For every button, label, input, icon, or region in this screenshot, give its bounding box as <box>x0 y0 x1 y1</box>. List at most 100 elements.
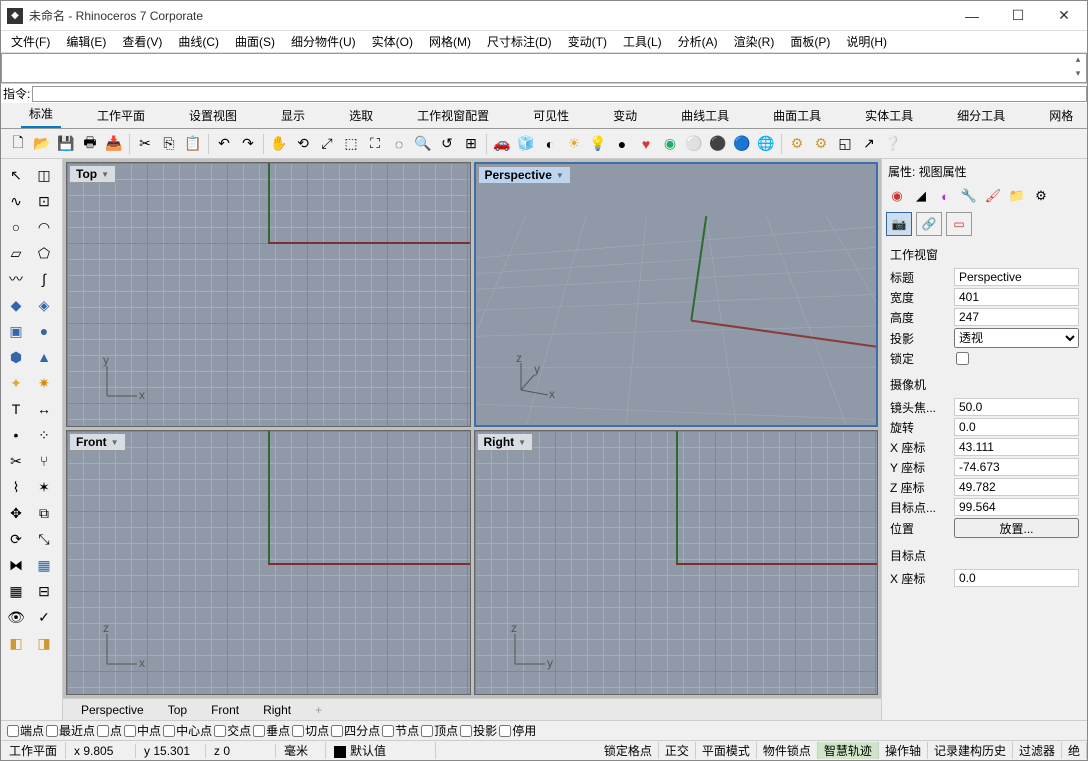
prop-cam-z[interactable]: 49.782 <box>954 478 1079 496</box>
vptab-front[interactable]: Front <box>205 701 245 719</box>
environment-icon[interactable]: ⚫ <box>707 133 729 155</box>
curve-icon[interactable]: 〰 <box>3 267 29 291</box>
rotate-view-icon[interactable]: ⟲ <box>292 133 314 155</box>
menu-subd[interactable]: 细分物件(U) <box>287 31 360 52</box>
scale-icon[interactable]: ⤡ <box>31 527 57 551</box>
pane-extra[interactable]: 绝 <box>1062 742 1087 759</box>
menu-edit[interactable]: 编辑(E) <box>62 31 110 52</box>
osnap-int[interactable]: 交点 <box>214 722 251 739</box>
place-camera-button[interactable]: 放置... <box>954 518 1079 538</box>
osnap-mid[interactable]: 中点 <box>124 722 161 739</box>
layers-icon[interactable]: ◱ <box>834 133 856 155</box>
osnap-disable[interactable]: 停用 <box>499 722 536 739</box>
notes-tab-icon[interactable]: ⚙ <box>1030 186 1052 206</box>
options-icon[interactable]: ⚙ <box>786 133 808 155</box>
menu-dimension[interactable]: 尺寸标注(D) <box>483 31 556 52</box>
chevron-down-icon[interactable]: ▼ <box>111 438 119 447</box>
tab-transform[interactable]: 变动 <box>605 103 645 128</box>
undo-icon[interactable]: ↶ <box>213 133 235 155</box>
menu-render[interactable]: 渲染(R) <box>730 31 779 52</box>
menu-file[interactable]: 文件(F) <box>7 31 54 52</box>
mirror-icon[interactable]: ⧓ <box>3 553 29 577</box>
sphere-icon[interactable]: ● <box>31 319 57 343</box>
copy-icon[interactable]: ⎘ <box>158 133 180 155</box>
surface-icon[interactable]: ◆ <box>3 293 29 317</box>
copy-obj-icon[interactable]: ⧉ <box>31 501 57 525</box>
loft-icon[interactable]: ◈ <box>31 293 57 317</box>
prop-target-dist[interactable]: 99.564 <box>954 498 1079 516</box>
tab-standard[interactable]: 标准 <box>21 101 61 128</box>
move-obj-icon[interactable]: ✥ <box>3 501 29 525</box>
prop-height[interactable]: 247 <box>954 308 1079 326</box>
material-props-icon[interactable]: ▭ <box>946 212 972 236</box>
paste-icon[interactable]: 📋 <box>182 133 204 155</box>
menu-view[interactable]: 查看(V) <box>118 31 166 52</box>
osnap-point[interactable]: 点 <box>97 722 122 739</box>
chevron-down-icon[interactable]: ▼ <box>518 438 526 447</box>
tab-solid-tools[interactable]: 实体工具 <box>857 103 921 128</box>
tab-subd-tools[interactable]: 细分工具 <box>949 103 1013 128</box>
render-preview-icon[interactable]: ◉ <box>659 133 681 155</box>
prop-rotation[interactable]: 0.0 <box>954 418 1079 436</box>
pane-record-history[interactable]: 记录建构历史 <box>928 742 1013 759</box>
display-tab-icon[interactable]: ◐ <box>934 186 956 206</box>
menu-panel[interactable]: 面板(P) <box>786 31 834 52</box>
menu-help[interactable]: 说明(H) <box>842 31 891 52</box>
print-icon[interactable]: 🖶 <box>79 133 101 155</box>
tab-select[interactable]: 选取 <box>341 103 381 128</box>
command-input[interactable] <box>32 86 1087 102</box>
pan-icon[interactable]: ✋ <box>268 133 290 155</box>
properties-icon[interactable]: ⚙ <box>810 133 832 155</box>
redo-view-icon[interactable]: ↺ <box>436 133 458 155</box>
texture-icon[interactable]: 🔵 <box>731 133 753 155</box>
viewport-label[interactable]: Front▼ <box>69 433 126 451</box>
vptab-top[interactable]: Top <box>162 701 193 719</box>
libraries-tab-icon[interactable]: 📁 <box>1006 186 1028 206</box>
light-icon[interactable]: 💡 <box>587 133 609 155</box>
cut-icon[interactable]: ✂ <box>134 133 156 155</box>
viewport-right[interactable]: Right▼ y z <box>474 430 879 695</box>
prop-cam-x[interactable]: 43.111 <box>954 438 1079 456</box>
tab-mesh-tools[interactable]: 网格 <box>1041 103 1081 128</box>
material-icon[interactable]: ⚪ <box>683 133 705 155</box>
box-icon[interactable]: ▣ <box>3 319 29 343</box>
pointer-icon[interactable]: ↖ <box>3 163 29 187</box>
status-cplane[interactable]: 工作平面 <box>1 742 66 759</box>
join-icon[interactable]: ⌇ <box>3 475 29 499</box>
dim-icon[interactable]: ↔ <box>31 397 57 421</box>
points-on-icon[interactable]: ⁘ <box>31 423 57 447</box>
vptab-perspective[interactable]: Perspective <box>75 701 150 719</box>
cylinder-icon[interactable]: ⬢ <box>3 345 29 369</box>
viewport-perspective[interactable]: Perspective▼ x y z <box>474 162 879 427</box>
render-icon[interactable]: ♥ <box>635 133 657 155</box>
array-icon[interactable]: ▦ <box>31 553 57 577</box>
arc-icon[interactable]: ◠ <box>31 215 57 239</box>
viewport-top[interactable]: Top▼ x y <box>66 162 471 427</box>
prop-cam-y[interactable]: -74.673 <box>954 458 1079 476</box>
help-tab-icon[interactable]: 🔧 <box>958 186 980 206</box>
interp-curve-icon[interactable]: ∫ <box>31 267 57 291</box>
named-cplane-icon[interactable]: 🧊 <box>515 133 537 155</box>
layers-tab-icon[interactable]: ◢ <box>910 186 932 206</box>
status-unit[interactable]: 毫米 <box>276 742 326 759</box>
menu-surface[interactable]: 曲面(S) <box>231 31 279 52</box>
lasso-icon[interactable]: ◫ <box>31 163 57 187</box>
undo-view-icon[interactable]: 🔍 <box>412 133 434 155</box>
named-view-icon[interactable]: ☀ <box>563 133 585 155</box>
prop-projection[interactable]: 透视 <box>954 328 1079 348</box>
prop-lens[interactable]: 50.0 <box>954 398 1079 416</box>
menu-transform[interactable]: 变动(T) <box>564 31 611 52</box>
explode-icon[interactable]: ✶ <box>31 475 57 499</box>
chevron-down-icon[interactable]: ▼ <box>101 170 109 179</box>
pane-filter[interactable]: 过滤器 <box>1013 742 1062 759</box>
pane-gridsnap[interactable]: 锁定格点 <box>598 742 659 759</box>
osnap-quad[interactable]: 四分点 <box>331 722 380 739</box>
prop-target-x[interactable]: 0.0 <box>954 569 1079 587</box>
move-icon[interactable]: ↗ <box>858 133 880 155</box>
open-icon[interactable]: 📂 <box>31 133 53 155</box>
polyline-icon[interactable]: ∿ <box>3 189 29 213</box>
osnap-perp[interactable]: 垂点 <box>253 722 290 739</box>
menu-analyze[interactable]: 分析(A) <box>674 31 722 52</box>
maximize-button[interactable]: ☐ <box>995 1 1041 31</box>
scroll-down-icon[interactable]: ▾ <box>1070 68 1086 82</box>
